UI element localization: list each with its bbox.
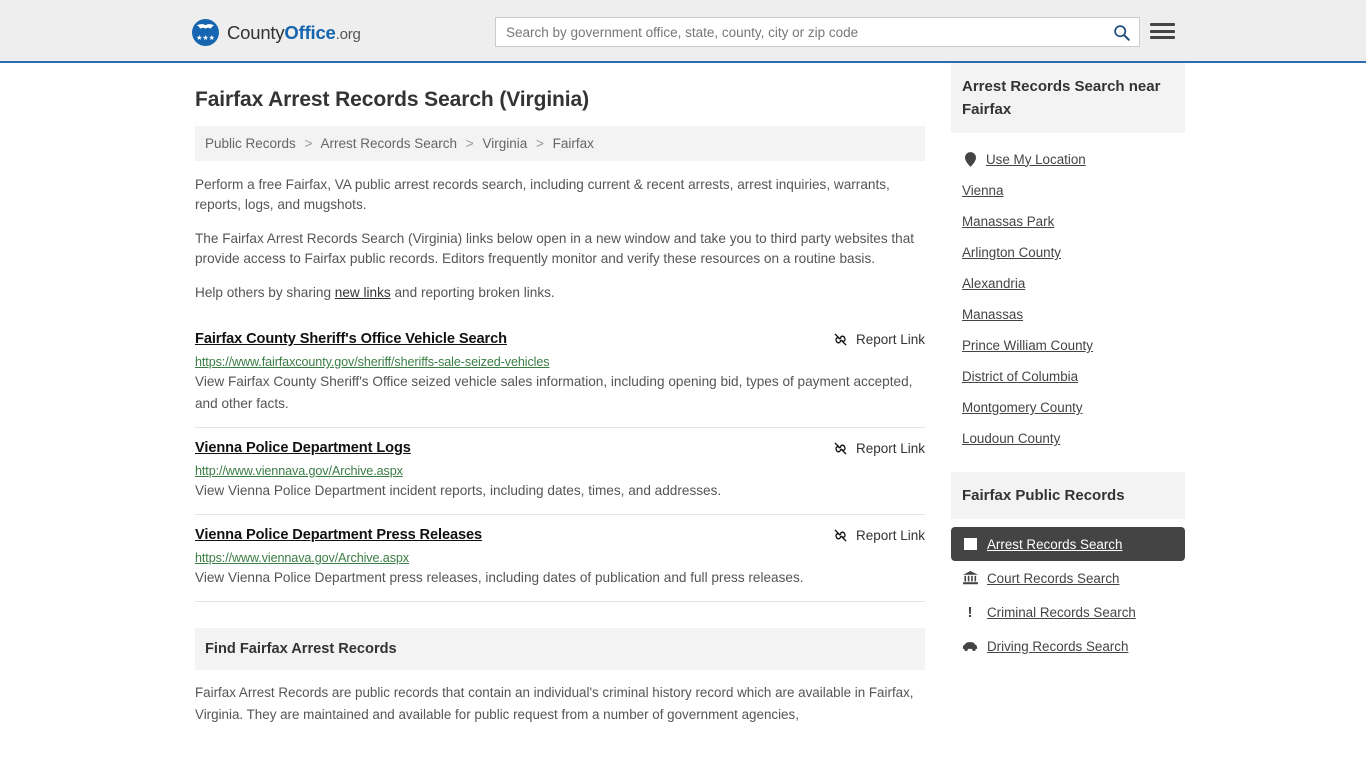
breadcrumb-item-1[interactable]: Arrest Records Search [320, 136, 457, 151]
new-links-link[interactable]: new links [335, 285, 391, 300]
countyoffice-logo-icon: ★★★ [192, 19, 219, 46]
site-header: ★★★ CountyOffice.org [0, 0, 1366, 63]
id-card-icon [962, 536, 978, 552]
sidebar-near-item-district-of-columbia[interactable]: District of Columbia [951, 361, 1185, 392]
sidebar-near-link[interactable]: District of Columbia [962, 369, 1078, 384]
breadcrumb: Public Records > Arrest Records Search >… [195, 126, 925, 161]
sidebar-item-driving-records-search[interactable]: Driving Records Search [951, 629, 1185, 663]
sidebar-near-link[interactable]: Montgomery County [962, 400, 1083, 415]
breadcrumb-item-2[interactable]: Virginia [482, 136, 527, 151]
result-title-link[interactable]: Fairfax County Sheriff's Office Vehicle … [195, 331, 507, 347]
page-body: Fairfax Arrest Records Search (Virginia)… [0, 63, 1366, 726]
report-link-label: Report Link [855, 441, 925, 456]
broken-link-icon [834, 333, 847, 346]
result-url[interactable]: http://www.viennava.gov/Archive.aspx [195, 464, 925, 478]
intro-paragraph-2: The Fairfax Arrest Records Search (Virgi… [195, 231, 915, 266]
sidebar-near-item-montgomery-county[interactable]: Montgomery County [951, 392, 1185, 423]
share-text-before: Help others by sharing [195, 285, 335, 300]
sidebar-near-link[interactable]: Manassas [962, 307, 1023, 322]
search-icon [1113, 24, 1130, 41]
intro-paragraph-1: Perform a free Fairfax, VA public arrest… [195, 177, 890, 212]
sidebar-near-item-manassas-park[interactable]: Manassas Park [951, 206, 1185, 237]
sidebar-record-link[interactable]: Court Records Search [987, 571, 1119, 586]
result-header: Vienna Police Department Logs Report Lin… [195, 440, 925, 456]
sidebar-item-arrest-records-search[interactable]: Arrest Records Search [951, 527, 1185, 561]
page-title: Fairfax Arrest Records Search (Virginia) [195, 88, 589, 111]
sidebar-near-link[interactable]: Alexandria [962, 276, 1025, 291]
main-content: Fairfax Arrest Records Search (Virginia)… [195, 63, 925, 726]
site-logo[interactable]: ★★★ CountyOffice.org [192, 19, 361, 46]
hamburger-bar-3 [1150, 36, 1175, 39]
sidebar-near-item-loudoun-county[interactable]: Loudoun County [951, 423, 1185, 454]
sidebar-near-heading: Arrest Records Search near Fairfax [951, 63, 1185, 133]
sidebar-record-link[interactable]: Arrest Records Search [987, 537, 1122, 552]
brand-office: Office [284, 21, 336, 43]
sidebar-near-link[interactable]: Vienna [962, 183, 1003, 198]
find-records-heading: Find Fairfax Arrest Records [205, 641, 397, 657]
hamburger-bar-2 [1150, 29, 1175, 33]
sidebar-near-list: Use My Location Vienna Manassas Park Arl… [951, 133, 1185, 454]
sidebar-use-my-location[interactable]: Use My Location [951, 143, 1185, 175]
result-description: View Fairfax County Sheriff's Office sei… [195, 374, 913, 411]
breadcrumb-item-3[interactable]: Fairfax [553, 136, 594, 151]
broken-link-icon [834, 442, 847, 455]
sidebar-near-item-manassas[interactable]: Manassas [951, 299, 1185, 330]
sidebar-near-item-arlington-county[interactable]: Arlington County [951, 237, 1185, 268]
result-item: Vienna Police Department Logs Report Lin… [195, 428, 925, 515]
car-icon [962, 638, 978, 654]
hamburger-bar-1 [1150, 23, 1175, 26]
breadcrumb-item-0[interactable]: Public Records [205, 136, 296, 151]
exclamation-icon: ! [967, 603, 973, 621]
report-link-button[interactable]: Report Link [833, 332, 925, 347]
report-link-button[interactable]: Report Link [833, 528, 925, 543]
report-link-label: Report Link [855, 528, 925, 543]
breadcrumb-separator-1: > [465, 136, 474, 151]
result-url[interactable]: https://www.fairfaxcounty.gov/sheriff/sh… [195, 355, 925, 369]
sidebar-record-link[interactable]: Criminal Records Search [987, 605, 1136, 620]
result-description: View Vienna Police Department incident r… [195, 483, 722, 498]
sidebar-item-criminal-records-search[interactable]: ! Criminal Records Search [951, 595, 1185, 629]
result-header: Fairfax County Sheriff's Office Vehicle … [195, 331, 925, 347]
brand-org: .org [335, 25, 361, 43]
result-title-link[interactable]: Vienna Police Department Press Releases [195, 527, 482, 543]
sidebar-near-item-alexandria[interactable]: Alexandria [951, 268, 1185, 299]
sidebar: Arrest Records Search near Fairfax Use M… [951, 63, 1185, 726]
sidebar-near-item-vienna[interactable]: Vienna [951, 175, 1185, 206]
sidebar-near-link[interactable]: Manassas Park [962, 214, 1054, 229]
intro-paragraph-3: Help others by sharing new links and rep… [195, 283, 925, 303]
sidebar-item-court-records-search[interactable]: Court Records Search [951, 561, 1185, 595]
brand-county: County [227, 21, 285, 43]
find-records-body: Fairfax Arrest Records are public record… [195, 685, 914, 722]
sidebar-near-item-prince-william-county[interactable]: Prince William County [951, 330, 1185, 361]
breadcrumb-separator-2: > [536, 136, 544, 151]
sidebar-public-records-heading: Fairfax Public Records [951, 472, 1185, 519]
sidebar-near-link[interactable]: Arlington County [962, 245, 1061, 260]
broken-link-icon [834, 529, 847, 542]
search-button[interactable] [1103, 18, 1139, 46]
report-link-label: Report Link [855, 332, 925, 347]
map-pin-icon [962, 151, 978, 167]
result-description: View Vienna Police Department press rele… [195, 570, 804, 585]
result-item: Fairfax County Sheriff's Office Vehicle … [195, 317, 925, 428]
breadcrumb-separator-0: > [304, 136, 313, 151]
sidebar-public-records-list: Arrest Records Search Court Records Sear… [951, 519, 1185, 663]
result-title-link[interactable]: Vienna Police Department Logs [195, 440, 411, 456]
brand-wordmark: CountyOffice.org [227, 22, 361, 44]
share-text-after: and reporting broken links. [390, 285, 555, 300]
sidebar-near-link[interactable]: Loudoun County [962, 431, 1060, 446]
find-records-section-header: Find Fairfax Arrest Records [195, 628, 925, 670]
use-my-location-link[interactable]: Use My Location [986, 152, 1086, 167]
search-input[interactable] [496, 18, 1103, 46]
bank-icon [962, 570, 978, 586]
sidebar-near-link[interactable]: Prince William County [962, 338, 1093, 353]
menu-button[interactable] [1150, 20, 1175, 42]
report-link-button[interactable]: Report Link [833, 441, 925, 456]
sidebar-record-link[interactable]: Driving Records Search [987, 639, 1128, 654]
result-header: Vienna Police Department Press Releases … [195, 527, 925, 543]
layout-container: Fairfax Arrest Records Search (Virginia)… [195, 63, 1185, 726]
result-item: Vienna Police Department Press Releases … [195, 515, 925, 602]
search-bar [495, 17, 1140, 47]
stars-icon: ★★★ [196, 35, 215, 42]
result-url[interactable]: https://www.viennava.gov/Archive.aspx [195, 551, 925, 565]
